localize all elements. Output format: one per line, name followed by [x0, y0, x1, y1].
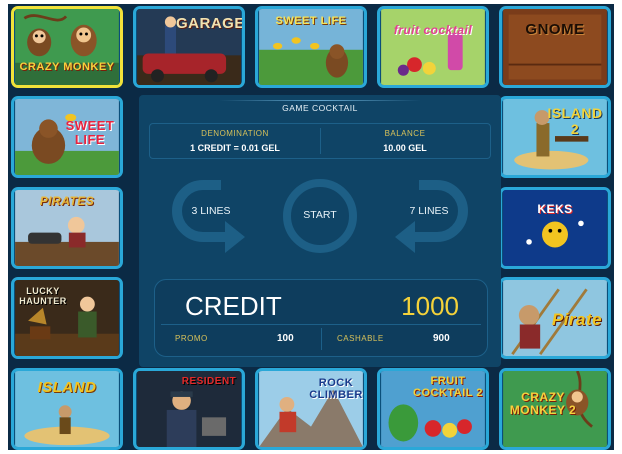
fruit-cocktail-art-icon	[381, 9, 485, 85]
balance-label: BALANCE	[384, 129, 426, 138]
game-title-label: GNOME	[525, 21, 585, 38]
cashable-value: 900	[433, 333, 450, 344]
denomination-value: 1 CREDIT = 0.01 GEL	[190, 143, 280, 153]
lines-decrease-button[interactable]: 3 LINES	[169, 177, 259, 261]
balance-value: 10.00 GEL	[383, 143, 427, 153]
promo-label: PROMO	[175, 334, 208, 343]
game-tile-fruit-cocktail[interactable]: fruit cocktail	[377, 6, 489, 88]
cashable-label: CASHABLE	[337, 334, 384, 343]
game-title-label: ISLAND 2	[547, 105, 603, 137]
lines-increase-button[interactable]: 7 LINES	[381, 177, 471, 261]
game-title-label: SWEET LIFE	[65, 118, 115, 147]
game-tile-garage[interactable]: GARAGE	[133, 6, 245, 88]
game-tile-pirates[interactable]: PIRATES	[11, 187, 123, 269]
game-info-panel: GAME COCKTAIL DENOMINATION 1 CREDIT = 0.…	[139, 95, 501, 367]
game-tile-resident[interactable]: RESIDENT	[133, 368, 245, 450]
game-title-label: GARAGE	[176, 15, 245, 32]
curved-arrow-left-icon	[172, 180, 245, 253]
game-tile-island-2[interactable]: ISLAND 2	[499, 96, 611, 178]
start-label: START	[303, 209, 337, 221]
game-tile-gnome[interactable]: GNOME	[499, 6, 611, 88]
curved-arrow-right-icon	[395, 180, 468, 253]
denomination-balance-box: DENOMINATION 1 CREDIT = 0.01 GEL BALANCE…	[149, 123, 491, 159]
game-title-label: PIRATES	[39, 194, 95, 208]
game-tile-sweet-life[interactable]: SWEET LIFE	[255, 6, 367, 88]
lines-left-label: 3 LINES	[191, 205, 231, 217]
promo-value: 100	[277, 333, 294, 344]
start-button[interactable]: START	[281, 177, 359, 255]
game-title-label: LUCKY HAUNTER	[19, 286, 67, 306]
game-tile-keks[interactable]: KEKS	[499, 187, 611, 269]
denomination-label: DENOMINATION	[201, 129, 269, 138]
game-tile-pirate[interactable]: Pirate	[499, 277, 611, 359]
game-tile-crazy-monkey-2[interactable]: CRAZY MONKEY 2	[499, 368, 611, 450]
game-tile-rock-climber[interactable]: ROCK CLIMBER	[255, 368, 367, 450]
game-title-label: CRAZY MONKEY 2	[509, 390, 577, 417]
game-tile-island[interactable]: ISLAND	[11, 368, 123, 450]
crazy-monkey-art-icon	[15, 9, 119, 85]
game-title-label: fruit cocktail	[393, 23, 473, 37]
credit-sub-divider	[321, 328, 322, 350]
game-title-label: CRAZY MONKEY	[19, 61, 115, 73]
game-title-label: SWEET LIFE	[275, 15, 347, 27]
selected-game-title: GAME COCKTAIL	[282, 103, 358, 113]
balance-section: BALANCE 10.00 GEL	[320, 124, 490, 158]
game-tile-sweet-life-2[interactable]: SWEET LIFE	[11, 96, 123, 178]
game-title-label: ROCK CLIMBER	[309, 377, 363, 401]
game-tile-fruit-cocktail-2[interactable]: FRUIT COCKTAIL 2	[377, 368, 489, 450]
game-tile-lucky-haunter[interactable]: LUCKY HAUNTER	[11, 277, 123, 359]
denomination-section[interactable]: DENOMINATION 1 CREDIT = 0.01 GEL	[150, 124, 320, 158]
credit-box: CREDIT 1000 PROMO 100 CASHABLE 900	[154, 279, 488, 357]
title-divider	[219, 100, 421, 101]
game-tile-crazy-monkey[interactable]: CRAZY MONKEY	[11, 6, 123, 88]
credit-divider	[161, 324, 481, 325]
game-title-label: RESIDENT	[181, 376, 237, 387]
credit-label: CREDIT	[185, 291, 282, 321]
game-title-label: KEKS	[537, 202, 573, 216]
credit-value: 1000	[401, 291, 459, 321]
game-title-label: Pirate	[551, 310, 603, 329]
game-title-label: FRUIT COCKTAIL 2	[413, 375, 483, 399]
lines-right-label: 7 LINES	[409, 205, 449, 217]
game-title-label: ISLAND	[37, 379, 97, 396]
game-menu-screen: CRAZY MONKEY GARAGE SWEET LIFE fruit coc…	[8, 4, 614, 450]
